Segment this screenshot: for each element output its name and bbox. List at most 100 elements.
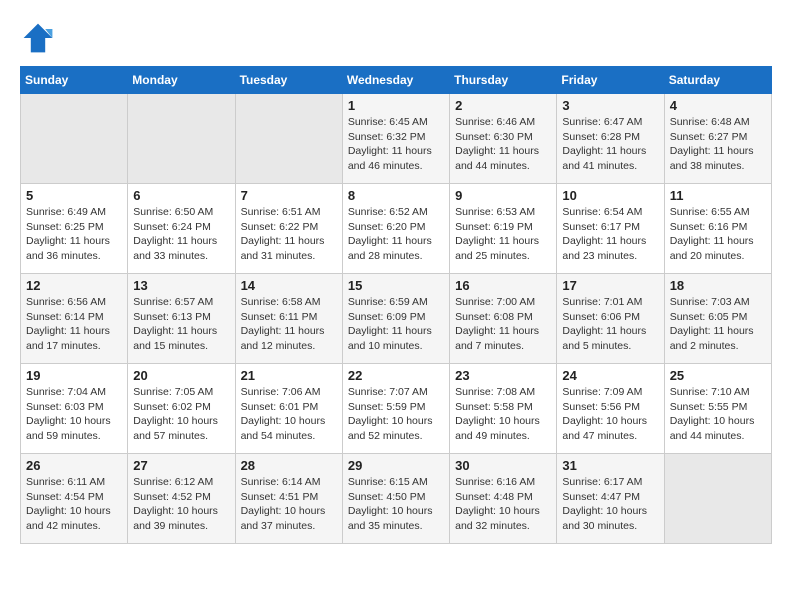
day-info: Sunrise: 6:48 AM Sunset: 6:27 PM Dayligh… [670, 115, 766, 174]
calendar-day-cell [128, 94, 235, 184]
day-number: 3 [562, 98, 658, 113]
calendar-day-cell: 20Sunrise: 7:05 AM Sunset: 6:02 PM Dayli… [128, 364, 235, 454]
calendar-day-cell: 21Sunrise: 7:06 AM Sunset: 6:01 PM Dayli… [235, 364, 342, 454]
calendar-day-cell: 17 Sunrise: 7:01 AM Sunset: 6:06 PM Dayli… [557, 274, 664, 364]
day-number: 6 [133, 188, 229, 203]
day-of-week-header: Wednesday [342, 67, 449, 94]
calendar-table: SundayMondayTuesdayWednesdayThursdayFrid… [20, 66, 772, 544]
day-info: Sunrise: 7:03 AM Sunset: 6:05 PM Dayligh… [670, 295, 766, 354]
day-info: Sunrise: 6:58 AM Sunset: 6:11 PM Dayligh… [241, 295, 337, 354]
calendar-day-cell: 10Sunrise: 6:54 AM Sunset: 6:17 PM Dayli… [557, 184, 664, 274]
calendar-day-cell: 9Sunrise: 6:53 AM Sunset: 6:19 PM Daylig… [450, 184, 557, 274]
calendar-day-cell: 22 Sunrise: 7:07 AM Sunset: 5:59 PM Dayli… [342, 364, 449, 454]
day-number: 17 [562, 278, 658, 293]
calendar-day-cell: 13 Sunrise: 6:57 AM Sunset: 6:13 PM Dayli… [128, 274, 235, 364]
calendar-week-row: 1Sunrise: 6:45 AM Sunset: 6:32 PM Daylig… [21, 94, 772, 184]
day-number: 26 [26, 458, 122, 473]
day-info: Sunrise: 6:15 AM Sunset: 4:50 PM Dayligh… [348, 475, 444, 534]
calendar-day-cell: 27 Sunrise: 6:12 AM Sunset: 4:52 PM Dayli… [128, 454, 235, 544]
day-info: Sunrise: 6:59 AM Sunset: 6:09 PM Dayligh… [348, 295, 444, 354]
calendar-day-cell: 23 Sunrise: 7:08 AM Sunset: 5:58 PM Dayli… [450, 364, 557, 454]
day-info: Sunrise: 7:04 AM Sunset: 6:03 PM Dayligh… [26, 385, 122, 444]
day-info: Sunrise: 6:47 AM Sunset: 6:28 PM Dayligh… [562, 115, 658, 174]
calendar-day-cell: 31 Sunrise: 6:17 AM Sunset: 4:47 PM Dayli… [557, 454, 664, 544]
day-number: 25 [670, 368, 766, 383]
calendar-week-row: 5Sunrise: 6:49 AM Sunset: 6:25 PM Daylig… [21, 184, 772, 274]
day-number: 2 [455, 98, 551, 113]
day-number: 27 [133, 458, 229, 473]
calendar-day-cell: 14 Sunrise: 6:58 AM Sunset: 6:11 PM Dayli… [235, 274, 342, 364]
day-number: 8 [348, 188, 444, 203]
day-of-week-header: Friday [557, 67, 664, 94]
day-number: 31 [562, 458, 658, 473]
calendar-day-cell: 28 Sunrise: 6:14 AM Sunset: 4:51 PM Dayli… [235, 454, 342, 544]
calendar-day-cell: 4 Sunrise: 6:48 AM Sunset: 6:27 PM Daylig… [664, 94, 771, 184]
calendar-day-cell: 12Sunrise: 6:56 AM Sunset: 6:14 PM Dayli… [21, 274, 128, 364]
day-of-week-header: Sunday [21, 67, 128, 94]
day-number: 9 [455, 188, 551, 203]
logo-icon [20, 20, 56, 56]
day-info: Sunrise: 6:11 AM Sunset: 4:54 PM Dayligh… [26, 475, 122, 534]
day-number: 19 [26, 368, 122, 383]
calendar-day-cell [21, 94, 128, 184]
calendar-day-cell: 1Sunrise: 6:45 AM Sunset: 6:32 PM Daylig… [342, 94, 449, 184]
day-info: Sunrise: 6:16 AM Sunset: 4:48 PM Dayligh… [455, 475, 551, 534]
day-number: 30 [455, 458, 551, 473]
calendar-day-cell: 7 Sunrise: 6:51 AM Sunset: 6:22 PM Daylig… [235, 184, 342, 274]
day-info: Sunrise: 7:06 AM Sunset: 6:01 PM Dayligh… [241, 385, 337, 444]
day-info: Sunrise: 6:56 AM Sunset: 6:14 PM Dayligh… [26, 295, 122, 354]
calendar-day-cell: 5Sunrise: 6:49 AM Sunset: 6:25 PM Daylig… [21, 184, 128, 274]
day-of-week-header: Monday [128, 67, 235, 94]
calendar-day-cell: 6 Sunrise: 6:50 AM Sunset: 6:24 PM Daylig… [128, 184, 235, 274]
calendar-day-cell: 11 Sunrise: 6:55 AM Sunset: 6:16 PM Dayli… [664, 184, 771, 274]
day-of-week-header: Saturday [664, 67, 771, 94]
calendar-day-cell: 15 Sunrise: 6:59 AM Sunset: 6:09 PM Dayli… [342, 274, 449, 364]
day-number: 24 [562, 368, 658, 383]
calendar-day-cell: 2 Sunrise: 6:46 AM Sunset: 6:30 PM Daylig… [450, 94, 557, 184]
calendar-day-cell: 3 Sunrise: 6:47 AM Sunset: 6:28 PM Daylig… [557, 94, 664, 184]
day-number: 14 [241, 278, 337, 293]
calendar-day-cell: 18Sunrise: 7:03 AM Sunset: 6:05 PM Dayli… [664, 274, 771, 364]
calendar-day-cell: 16 Sunrise: 7:00 AM Sunset: 6:08 PM Dayli… [450, 274, 557, 364]
day-info: Sunrise: 7:10 AM Sunset: 5:55 PM Dayligh… [670, 385, 766, 444]
day-info: Sunrise: 6:55 AM Sunset: 6:16 PM Dayligh… [670, 205, 766, 264]
day-info: Sunrise: 6:12 AM Sunset: 4:52 PM Dayligh… [133, 475, 229, 534]
day-number: 15 [348, 278, 444, 293]
day-number: 20 [133, 368, 229, 383]
day-number: 28 [241, 458, 337, 473]
day-of-week-header: Tuesday [235, 67, 342, 94]
day-number: 29 [348, 458, 444, 473]
day-number: 10 [562, 188, 658, 203]
calendar-day-cell: 24 Sunrise: 7:09 AM Sunset: 5:56 PM Dayli… [557, 364, 664, 454]
day-info: Sunrise: 6:52 AM Sunset: 6:20 PM Dayligh… [348, 205, 444, 264]
calendar-week-row: 26 Sunrise: 6:11 AM Sunset: 4:54 PM Dayli… [21, 454, 772, 544]
day-number: 16 [455, 278, 551, 293]
day-info: Sunrise: 6:46 AM Sunset: 6:30 PM Dayligh… [455, 115, 551, 174]
day-info: Sunrise: 7:00 AM Sunset: 6:08 PM Dayligh… [455, 295, 551, 354]
day-info: Sunrise: 7:01 AM Sunset: 6:06 PM Dayligh… [562, 295, 658, 354]
day-number: 22 [348, 368, 444, 383]
day-info: Sunrise: 7:07 AM Sunset: 5:59 PM Dayligh… [348, 385, 444, 444]
logo [20, 20, 62, 56]
day-info: Sunrise: 7:09 AM Sunset: 5:56 PM Dayligh… [562, 385, 658, 444]
day-number: 13 [133, 278, 229, 293]
calendar-day-cell: 30 Sunrise: 6:16 AM Sunset: 4:48 PM Dayli… [450, 454, 557, 544]
day-info: Sunrise: 7:08 AM Sunset: 5:58 PM Dayligh… [455, 385, 551, 444]
day-info: Sunrise: 6:14 AM Sunset: 4:51 PM Dayligh… [241, 475, 337, 534]
calendar-header-row: SundayMondayTuesdayWednesdayThursdayFrid… [21, 67, 772, 94]
day-number: 7 [241, 188, 337, 203]
day-info: Sunrise: 6:50 AM Sunset: 6:24 PM Dayligh… [133, 205, 229, 264]
day-number: 4 [670, 98, 766, 113]
day-info: Sunrise: 6:17 AM Sunset: 4:47 PM Dayligh… [562, 475, 658, 534]
day-info: Sunrise: 6:57 AM Sunset: 6:13 PM Dayligh… [133, 295, 229, 354]
day-info: Sunrise: 6:49 AM Sunset: 6:25 PM Dayligh… [26, 205, 122, 264]
calendar-day-cell [664, 454, 771, 544]
day-number: 11 [670, 188, 766, 203]
day-info: Sunrise: 6:45 AM Sunset: 6:32 PM Dayligh… [348, 115, 444, 174]
day-number: 23 [455, 368, 551, 383]
day-info: Sunrise: 6:51 AM Sunset: 6:22 PM Dayligh… [241, 205, 337, 264]
calendar-day-cell: 8 Sunrise: 6:52 AM Sunset: 6:20 PM Daylig… [342, 184, 449, 274]
calendar-day-cell [235, 94, 342, 184]
calendar-week-row: 12Sunrise: 6:56 AM Sunset: 6:14 PM Dayli… [21, 274, 772, 364]
calendar-day-cell: 25 Sunrise: 7:10 AM Sunset: 5:55 PM Dayli… [664, 364, 771, 454]
